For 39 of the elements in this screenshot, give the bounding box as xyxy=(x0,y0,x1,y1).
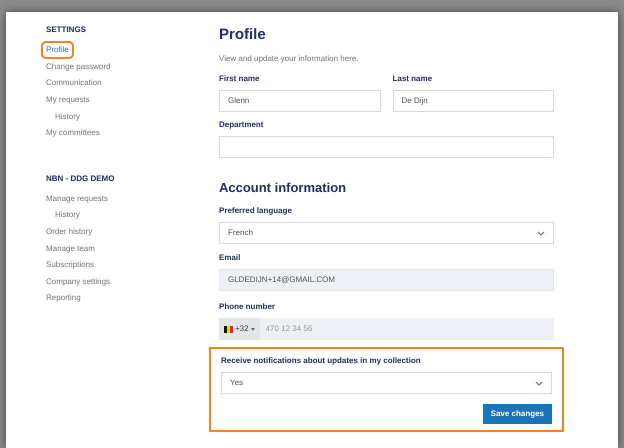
flag-icon xyxy=(224,326,233,332)
country-code: +32 xyxy=(235,323,249,335)
chevron-down-icon xyxy=(535,380,543,386)
sidebar-link[interactable]: Subscriptions xyxy=(43,258,98,272)
field-label: Receive notifications about updates in my collection xyxy=(221,355,422,367)
sidebar-link[interactable]: Communication xyxy=(43,76,105,90)
sidebar-link[interactable]: Change password xyxy=(43,60,114,74)
sidebar-link[interactable]: Profile xyxy=(43,43,72,58)
notifications-dropdown[interactable]: Yes xyxy=(221,372,552,394)
field-label: Phone number xyxy=(219,301,276,313)
field-label: Last name xyxy=(392,72,434,84)
sidebar-heading: NBN - DDG DEMO xyxy=(46,172,116,185)
phone-field[interactable]: +32 470 12 34 56 xyxy=(219,318,554,340)
section-title: Account information xyxy=(219,178,348,196)
sidebar-link[interactable]: Manage team xyxy=(43,242,98,256)
phone-input[interactable]: 470 12 34 56 xyxy=(260,323,554,335)
sidebar-link[interactable]: Order history xyxy=(43,225,96,240)
page-title: Profile xyxy=(219,25,267,45)
field-label: Department xyxy=(219,118,264,130)
caret-icon xyxy=(250,328,255,330)
field-label: Preferred language xyxy=(219,205,293,217)
chevron-down-icon xyxy=(537,230,545,236)
sidebar-link[interactable]: Reporting xyxy=(43,291,84,306)
page-subtitle: View and update your information here. xyxy=(219,52,360,64)
sidebar-heading: SETTINGS xyxy=(46,24,88,36)
sidebar-link[interactable]: My requests xyxy=(43,93,93,108)
sidebar-link[interactable]: Manage requests xyxy=(43,192,111,206)
sidebar-link[interactable]: My committees xyxy=(43,126,103,140)
text-field[interactable]: De Dijn xyxy=(392,90,554,112)
sidebar-link[interactable]: Company settings xyxy=(43,274,114,289)
sidebar-link[interactable]: History xyxy=(52,110,83,124)
language-dropdown[interactable]: French xyxy=(219,222,554,244)
save-button[interactable]: Save changes xyxy=(482,404,552,424)
field-label: First name xyxy=(219,72,260,84)
text-field[interactable]: Glenn xyxy=(219,90,380,112)
text-field[interactable] xyxy=(219,136,554,158)
field-label: Email xyxy=(219,252,242,264)
country-code-selector[interactable]: +32 xyxy=(219,318,260,340)
sidebar-link[interactable]: History xyxy=(52,208,83,222)
